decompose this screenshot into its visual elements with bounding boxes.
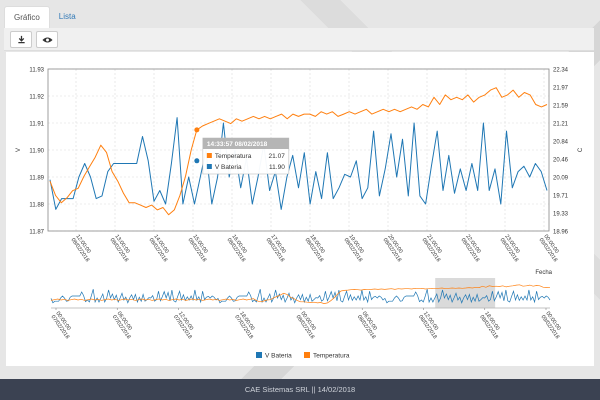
x-tick-label: 18:00:0008/02/2018 bbox=[303, 234, 325, 263]
tab-bar: Gráfico Lista bbox=[4, 6, 85, 28]
y-left-tick-label: 11.93 bbox=[29, 68, 44, 74]
legend-swatch bbox=[304, 352, 310, 358]
chart-panel: 11.93 11.92 11.91 11.90 11.89 11.88 11.87 22.34… bbox=[6, 52, 594, 366]
footer-text: CAE Sistemas SRL || 14/02/2018 bbox=[244, 385, 356, 394]
tab-grafico[interactable]: Gráfico bbox=[4, 6, 50, 28]
navigator-x-tick-label: 06:00:0008/02/2018 bbox=[356, 311, 378, 340]
x-axis-label: Fecha bbox=[535, 270, 552, 276]
x-tick-label: 15:00:0008/02/2018 bbox=[186, 234, 208, 263]
y-right-tick-label: 22.34 bbox=[553, 68, 569, 74]
y-right-axis-label: C bbox=[578, 147, 584, 152]
y-right-tick-label: 20.84 bbox=[553, 140, 569, 146]
toolbar bbox=[4, 28, 594, 51]
eye-icon bbox=[41, 36, 53, 43]
tooltip-time: 14:33:57 08/02/2018 bbox=[207, 141, 268, 148]
navigator-x-tick-label: 06:00:0007/02/2018 bbox=[111, 311, 133, 340]
v-bateria-hover-point bbox=[194, 158, 200, 164]
y-right-tick-label: 21.59 bbox=[553, 104, 569, 110]
x-tick-label: 21:00:0008/02/2018 bbox=[420, 234, 442, 263]
tooltip-series-name: V Bateria bbox=[215, 164, 242, 171]
temperatura-hover-point bbox=[194, 127, 200, 133]
tooltip: 14:33:57 08/02/2018 Temperatura 21.07 V Bat… bbox=[202, 137, 290, 175]
y-right-tick-label: 19.33 bbox=[553, 212, 569, 218]
y-right-tick-label: 21.97 bbox=[553, 86, 569, 92]
tooltip-swatch bbox=[206, 153, 212, 158]
download-button[interactable] bbox=[10, 31, 32, 48]
y-left-tick-label: 11.90 bbox=[29, 149, 44, 155]
x-tick-label: 16:00:0008/02/2018 bbox=[225, 234, 247, 263]
tooltip-series-name: Temperatura bbox=[215, 153, 252, 160]
view-button[interactable] bbox=[36, 31, 58, 48]
navigator-x-tick-label: 12:00:0007/02/2018 bbox=[172, 311, 194, 340]
x-tick-label: 00:00:0009/02/2018 bbox=[537, 234, 559, 263]
y-right-tick-label: 18.96 bbox=[553, 230, 569, 236]
legend-swatch bbox=[256, 352, 262, 358]
y-left-tick-label: 11.91 bbox=[29, 122, 44, 128]
y-left-tick-label: 11.89 bbox=[29, 176, 44, 182]
navigator-x-tick-label: 18:00:0007/02/2018 bbox=[233, 311, 255, 340]
legend-label: V Bateria bbox=[265, 353, 292, 360]
navigator-x-tick-label: 00:00:0008/02/2018 bbox=[294, 311, 316, 340]
download-icon bbox=[17, 35, 25, 44]
x-tick-label: 17:00:0008/02/2018 bbox=[264, 234, 286, 263]
y-right-tick-label: 20.09 bbox=[553, 176, 569, 182]
x-tick-label: 13:00:0008/02/2018 bbox=[108, 234, 130, 263]
navigator-x-tick-label: 12:00:0008/02/2018 bbox=[417, 311, 439, 340]
navigator-x-tick-label: 00:00:0007/02/2018 bbox=[49, 311, 71, 340]
x-tick-label: 12:00:0008/02/2018 bbox=[69, 234, 91, 263]
x-tick-label: 14:00:0008/02/2018 bbox=[147, 234, 169, 263]
navigator-x-tick-label: 18:00:0008/02/2018 bbox=[478, 311, 500, 340]
navigator-x-tick-label: 00:00:0009/02/2018 bbox=[539, 311, 561, 340]
tab-lista[interactable]: Lista bbox=[50, 6, 85, 28]
x-tick-label: 22:00:0008/02/2018 bbox=[459, 234, 481, 263]
y-left-tick-label: 11.88 bbox=[29, 203, 44, 209]
y-left-tick-label: 11.87 bbox=[29, 230, 44, 236]
y-right-tick-label: 21.21 bbox=[553, 122, 569, 128]
x-tick-label: 20:00:0008/02/2018 bbox=[381, 234, 403, 263]
y-right-tick-label: 20.46 bbox=[553, 158, 569, 164]
tooltip-series-value: 21.07 bbox=[269, 153, 286, 160]
y-right-tick-label: 19.71 bbox=[553, 194, 569, 200]
temperatura-line bbox=[49, 87, 548, 216]
tooltip-swatch bbox=[206, 164, 212, 169]
legend-label: Temperatura bbox=[313, 353, 350, 360]
tooltip-series-value: 11.90 bbox=[269, 164, 285, 171]
navigator-selection bbox=[435, 278, 496, 308]
x-tick-label: 23:00:0008/02/2018 bbox=[498, 234, 520, 263]
chart-svg: 11.93 11.92 11.91 11.90 11.89 11.88 11.87 22.34… bbox=[16, 68, 584, 360]
x-tick-label: 19:00:0008/02/2018 bbox=[342, 234, 364, 263]
y-left-tick-label: 11.92 bbox=[29, 95, 44, 101]
y-left-axis-label: V bbox=[16, 148, 22, 152]
footer: CAE Sistemas SRL || 14/02/2018 bbox=[0, 379, 600, 400]
